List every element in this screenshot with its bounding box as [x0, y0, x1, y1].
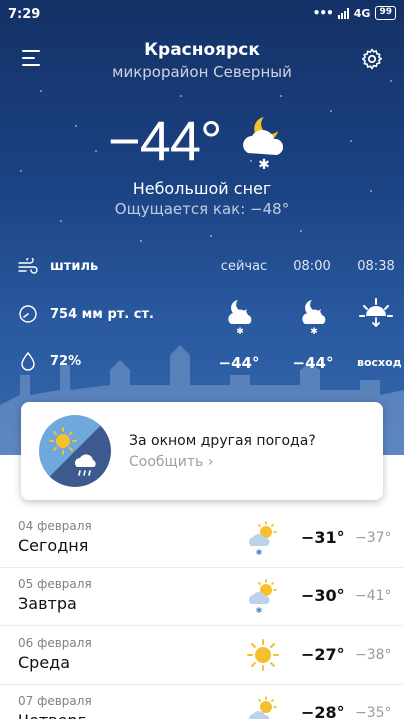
pressure-gauge-icon [19, 305, 37, 323]
sun-cloud-icon [248, 696, 277, 719]
report-weather-card[interactable]: За окном другая погода? Сообщить › [21, 402, 383, 500]
forecast-low: −35° [355, 705, 392, 719]
moon-cloud-snow-icon: ✱ [243, 117, 284, 173]
snowflake-speck [140, 240, 142, 242]
forecast-low: −41° [355, 588, 392, 604]
report-link-label: Сообщить [129, 454, 204, 470]
snowflake-speck [60, 220, 62, 222]
forecast-high: −28° [301, 703, 345, 719]
forecast-high: −27° [301, 645, 345, 664]
pressure-value: 754 мм рт. ст. [50, 306, 154, 322]
feels-like: Ощущается как: −48° [114, 200, 290, 218]
moon-cloud-snow-icon: ✱ [302, 300, 326, 334]
sun-cloud-snow-icon: ✱ [248, 521, 277, 556]
forecast-high: −31° [301, 528, 345, 547]
district-name[interactable]: микрорайон Северный [0, 63, 404, 81]
forecast-high: −30° [301, 586, 345, 605]
sun-icon [247, 639, 279, 671]
sun-cloud-snow-icon: ✱ [248, 579, 277, 614]
signal-icon [337, 7, 349, 19]
sun-rain-split-icon [39, 415, 111, 487]
weather-hero: 7:29 ••• 4G 99 Красноярск микрорайон Сев… [0, 0, 404, 455]
report-question: За окном другая погода? [129, 433, 316, 449]
status-time: 7:29 [8, 7, 41, 22]
battery-level: 99 [379, 7, 392, 17]
sunrise-icon [359, 298, 393, 328]
forecast-date: 05 февраля [18, 577, 92, 591]
svg-text:✱: ✱ [236, 327, 244, 334]
forecast-day: Среда [18, 653, 71, 672]
wind-row: штиль [18, 258, 98, 274]
forecast-row[interactable]: 06 февраля Среда −27° −38° [0, 627, 404, 685]
report-link[interactable]: Сообщить › [129, 454, 213, 470]
notification-dots-icon: ••• [312, 6, 334, 20]
snowflake-speck [280, 95, 282, 97]
status-bar: 7:29 ••• 4G 99 [0, 0, 404, 30]
hour-label-0838: 08:38 [357, 259, 395, 274]
forecast-low: −37° [355, 530, 392, 546]
hour-label-now: сейчас [220, 259, 268, 274]
snowflake-speck [300, 230, 302, 232]
forecast-date: 07 февраля [18, 694, 92, 708]
snowflake-speck [350, 140, 352, 142]
humidity-row: 72% [18, 351, 81, 371]
snowflake-speck [40, 90, 42, 92]
svg-text:✱: ✱ [258, 157, 270, 173]
pressure-row: 754 мм рт. ст. [18, 304, 154, 324]
humidity-value: 72% [50, 353, 82, 369]
snowflake-speck [210, 235, 212, 237]
forecast-day: Сегодня [18, 536, 89, 555]
city-name[interactable]: Красноярск [0, 40, 404, 60]
svg-text:✱: ✱ [256, 606, 263, 614]
snowflake-speck [95, 150, 97, 152]
wind-value: штиль [50, 258, 99, 274]
chevron-right-icon: › [207, 454, 214, 470]
battery-icon: 99 [375, 6, 396, 20]
status-icons: ••• 4G 99 [313, 6, 396, 20]
forecast-day: Завтра [18, 594, 77, 613]
hour-temp-now: −44° [218, 354, 260, 372]
forecast-day: Четверг [18, 711, 86, 719]
hour-temp-0800: −44° [292, 354, 334, 372]
snowflake-speck [180, 95, 182, 97]
forecast-row[interactable]: 04 февраля Сегодня ✱ −31° −37° [0, 510, 404, 568]
current-temperature: −44° [108, 109, 222, 172]
svg-text:✱: ✱ [310, 327, 318, 334]
svg-text:✱: ✱ [256, 548, 263, 556]
forecast-row[interactable]: 05 февраля Завтра ✱ −30° −41° [0, 568, 404, 626]
moon-cloud-snow-icon: ✱ [228, 300, 252, 334]
snowflake-speck [75, 125, 77, 127]
forecast-low: −38° [355, 647, 392, 663]
current-condition: Небольшой снег [132, 179, 272, 198]
forecast-row[interactable]: 07 февраля Четверг −28° −35° [0, 685, 404, 719]
forecast-date: 04 февраля [18, 519, 92, 533]
humidity-drop-icon [21, 351, 35, 371]
hour-label-0800: 08:00 [293, 259, 331, 274]
forecast-date: 06 февраля [18, 636, 92, 650]
snowflake-speck [20, 170, 22, 172]
hour-sunrise-label: восход [357, 356, 402, 369]
network-type: 4G [353, 6, 371, 20]
snowflake-speck [330, 110, 332, 112]
wind-icon [18, 258, 38, 274]
